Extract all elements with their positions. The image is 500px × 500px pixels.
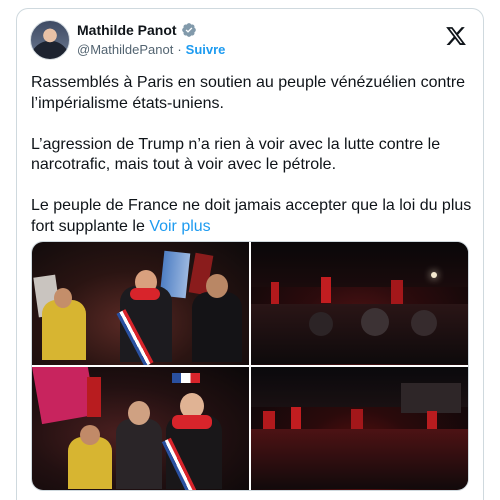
flag-shape [263, 411, 275, 429]
tweet-paragraph-3-text: Le peuple de France ne doit jamais accep… [31, 197, 472, 235]
sky-shape [251, 242, 468, 287]
author-handle[interactable]: @MathildePanot [77, 42, 173, 57]
person-shape [206, 274, 228, 298]
flag-shape [427, 411, 437, 429]
person-shape [54, 288, 72, 308]
author-handle-row: @MathildePanot · Suivre [77, 42, 225, 57]
see-more-link[interactable]: Voir plus [149, 218, 210, 235]
scarf-shape [130, 288, 160, 300]
author-name[interactable]: Mathilde Panot [77, 22, 177, 38]
scarf-shape [172, 415, 212, 429]
tweet-text: Rassemblés à Paris en soutien au peuple … [31, 73, 475, 237]
tweet-header: Mathilde Panot @MathildePanot · Suivre [30, 17, 471, 61]
building-shape [401, 383, 461, 413]
flag-shape [87, 377, 101, 417]
avatar[interactable] [30, 20, 70, 60]
separator-dot: · [177, 42, 182, 57]
media-photo-1[interactable] [32, 242, 249, 365]
person-shape [309, 312, 333, 336]
media-photo-2[interactable] [251, 242, 468, 365]
person-shape [192, 292, 242, 362]
author-name-row: Mathilde Panot [77, 22, 197, 38]
flag-shape [351, 409, 363, 429]
flag-shape [172, 373, 200, 383]
person-shape [128, 401, 150, 425]
crowd-shape [251, 429, 468, 489]
crowd-shape [251, 304, 468, 364]
media-photo-3[interactable] [32, 367, 249, 490]
person-shape [80, 425, 100, 445]
flag-shape [291, 407, 301, 429]
flag-shape [321, 277, 331, 303]
x-logo-icon[interactable] [445, 25, 467, 47]
person-shape [411, 310, 437, 336]
light-shape [431, 272, 437, 278]
tweet-paragraph-3: Le peuple de France ne doit jamais accep… [31, 196, 475, 237]
media-grid [31, 241, 469, 491]
follow-button[interactable]: Suivre [186, 42, 226, 57]
verified-badge-icon [181, 22, 197, 38]
person-shape [116, 419, 162, 489]
person-shape [42, 300, 86, 360]
tweet-paragraph-2: L’agression de Trump n’a rien à voir ave… [31, 135, 441, 174]
flag-shape [391, 280, 403, 304]
media-photo-4[interactable] [251, 367, 468, 490]
tweet-paragraph-1: Rassemblés à Paris en soutien au peuple … [31, 74, 466, 112]
flag-shape [271, 282, 279, 304]
person-shape [361, 308, 389, 336]
tweet-card: Mathilde Panot @MathildePanot · Suivre R… [16, 8, 484, 500]
